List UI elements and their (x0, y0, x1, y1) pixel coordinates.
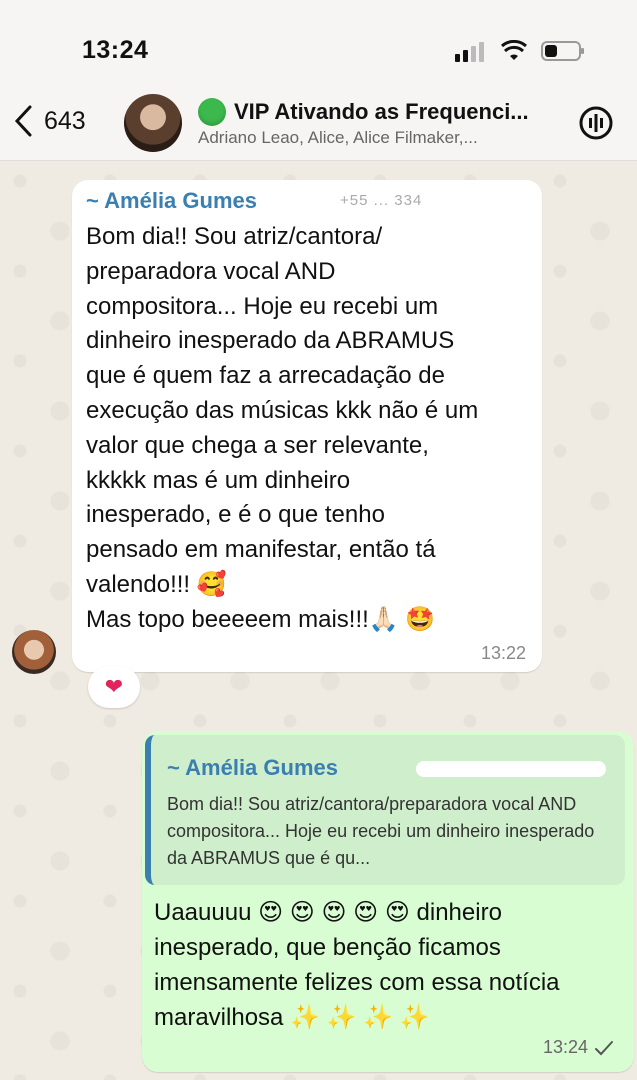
message-text: Bom dia!! Sou atriz/cantora/ preparadora… (86, 223, 479, 633)
outgoing-message[interactable]: ~ Amélia Gumes Bom dia!! Sou atriz/canto… (142, 731, 634, 1072)
group-members: Adriano Leao, Alice, Alice Filmaker,... (198, 128, 478, 147)
wifi-icon (501, 40, 527, 60)
group-avatar[interactable] (124, 94, 182, 152)
message-time: 13:22 (480, 643, 526, 663)
status-time: 13:24 (82, 36, 149, 64)
heart-icon: ❤ (104, 674, 124, 699)
status-bar: 13:24 (0, 0, 637, 92)
quoted-message[interactable]: ~ Amélia Gumes Bom dia!! Sou atriz/canto… (145, 735, 625, 885)
signal-icon (455, 42, 484, 62)
quote-sender: ~ Amélia Gumes (167, 755, 338, 780)
check-icon (595, 1040, 613, 1055)
quote-text: Bom dia!! Sou atriz/cantora/preparadora … (167, 794, 595, 868)
reply-text: Uaauuuu 😍 😍 😍 😍 😍 dinheiro inesperado, q… (154, 899, 560, 1031)
outgoing-time-row: 13:24 (543, 1037, 614, 1058)
unread-count: 643 (44, 106, 86, 135)
voice-chat-icon (579, 106, 613, 140)
sender-name[interactable]: ~ Amélia Gumes (86, 188, 257, 214)
chevron-left-icon (14, 105, 32, 137)
group-title-row[interactable]: VIP Ativando as Frequenci... (198, 98, 548, 126)
sender-phone: +55 ... 334 (340, 192, 423, 209)
voice-chat-button[interactable] (577, 104, 615, 147)
battery-icon (541, 41, 584, 61)
group-title: VIP Ativando as Frequenci... (234, 99, 529, 124)
status-icons (455, 40, 585, 62)
chat-header: 643 VIP Ativando as Frequenci... Adriano… (0, 92, 637, 161)
green-circle-icon (198, 98, 226, 126)
back-button[interactable]: 643 (12, 104, 86, 138)
sender-avatar[interactable] (12, 630, 56, 674)
reaction-badge[interactable]: ❤ (88, 666, 140, 708)
message-time: 13:24 (542, 1037, 588, 1057)
incoming-message[interactable]: ~ Amélia Gumes +55 ... 334 Bom dia!! Sou… (72, 180, 542, 672)
quote-phone-redacted (416, 761, 606, 777)
